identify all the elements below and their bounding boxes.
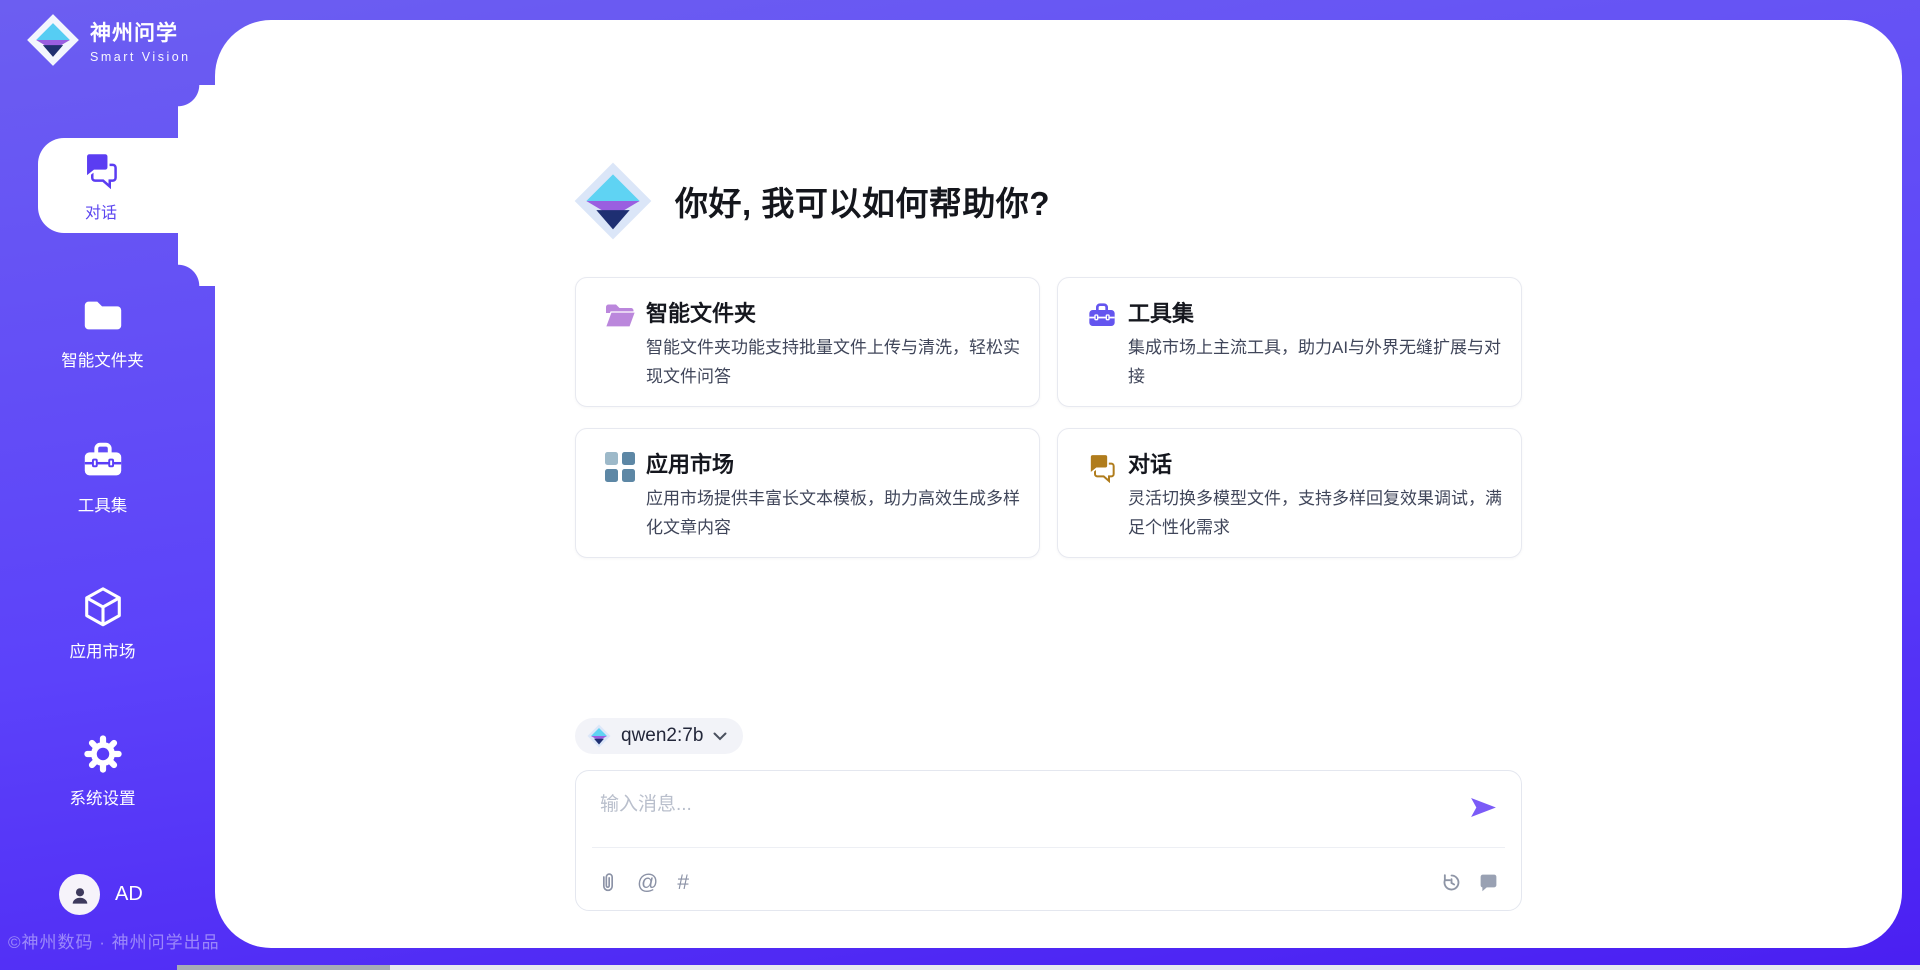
composer-tools: @ #	[598, 871, 689, 893]
card-smart-folder[interactable]: 智能文件夹 智能文件夹功能支持批量文件上传与清洗，轻松实现文件问答	[575, 277, 1040, 407]
tab-fillet-bottom	[178, 233, 216, 286]
card-description: 应用市场提供丰富长文本模板，助力高效生成多样化文章内容	[646, 484, 1026, 542]
message-composer: @ #	[575, 770, 1522, 911]
chat-bubble-icon	[1478, 872, 1499, 893]
send-icon	[1470, 797, 1497, 818]
copyright-text: ©神州数码 · 神州问学出品	[8, 928, 220, 953]
horizontal-scrollbar-thumb[interactable]	[177, 965, 390, 970]
gear-icon	[80, 731, 126, 777]
composer-right-tools	[1441, 872, 1499, 893]
message-input[interactable]	[600, 789, 1450, 841]
card-title: 应用市场	[646, 447, 734, 479]
user-profile[interactable]: AD	[59, 874, 143, 915]
greeting-title: 你好, 我可以如何帮助你?	[675, 177, 1050, 225]
folder-open-icon	[604, 300, 636, 332]
sidebar-item-toolset[interactable]: 工具集	[0, 438, 205, 516]
sidebar-item-chat[interactable]: 对话	[38, 138, 218, 233]
card-title: 对话	[1128, 447, 1172, 479]
sidebar-item-label: 系统设置	[70, 785, 136, 809]
sidebar-item-label: 智能文件夹	[61, 347, 144, 371]
paperclip-icon	[598, 871, 618, 893]
send-button[interactable]	[1470, 797, 1497, 818]
at-icon: @	[637, 872, 658, 893]
card-description: 灵活切换多模型文件，支持多样回复效果调试，满足个性化需求	[1128, 484, 1508, 542]
model-selector[interactable]: qwen2:7b	[575, 718, 743, 754]
main-panel: 你好, 我可以如何帮助你? 智能文件夹 智能文件夹功能支持批量文件上传与清洗，轻…	[215, 20, 1902, 948]
chevron-down-icon	[713, 732, 727, 741]
brand-logo-icon	[26, 13, 80, 67]
card-description: 集成市场上主流工具，助力AI与外界无缝扩展与对接	[1128, 333, 1508, 391]
hashtag-button[interactable]: #	[677, 872, 689, 893]
attachment-button[interactable]	[598, 871, 618, 893]
chat-icon	[81, 149, 121, 194]
sidebar-item-settings[interactable]: 系统设置	[0, 731, 205, 809]
history-button[interactable]	[1441, 872, 1462, 893]
folder-icon	[80, 293, 126, 339]
chat-icon	[1086, 451, 1118, 483]
hashtag-icon: #	[677, 872, 689, 893]
quick-phrases-button[interactable]	[1478, 872, 1499, 893]
tab-fillet-top	[178, 85, 216, 138]
card-title: 工具集	[1128, 296, 1194, 328]
assistant-logo-icon	[573, 161, 653, 241]
card-chat[interactable]: 对话 灵活切换多模型文件，支持多样回复效果调试，满足个性化需求	[1057, 428, 1522, 558]
composer-divider	[592, 847, 1505, 848]
sidebar-item-app-market[interactable]: 应用市场	[0, 584, 205, 662]
horizontal-scrollbar	[177, 965, 1920, 970]
avatar	[59, 874, 100, 915]
cube-icon	[80, 584, 126, 630]
app-grid-icon	[604, 451, 636, 483]
sidebar-item-label: 对话	[85, 199, 117, 223]
sidebar-item-label: 工具集	[78, 492, 128, 516]
model-name: qwen2:7b	[621, 725, 703, 747]
user-name: AD	[115, 883, 143, 906]
card-toolset[interactable]: 工具集 集成市场上主流工具，助力AI与外界无缝扩展与对接	[1057, 277, 1522, 407]
feature-cards: 智能文件夹 智能文件夹功能支持批量文件上传与清洗，轻松实现文件问答 工具集 集成…	[575, 277, 1522, 558]
toolbox-icon	[1086, 300, 1118, 332]
card-app-market[interactable]: 应用市场 应用市场提供丰富长文本模板，助力高效生成多样化文章内容	[575, 428, 1040, 558]
card-title: 智能文件夹	[646, 296, 756, 328]
sidebar-item-label: 应用市场	[70, 638, 136, 662]
greeting: 你好, 我可以如何帮助你?	[573, 161, 1050, 241]
sidebar-item-smart-folder[interactable]: 智能文件夹	[0, 293, 205, 371]
toolbox-icon	[80, 438, 126, 484]
mention-button[interactable]: @	[637, 872, 658, 893]
model-logo-icon	[587, 724, 611, 748]
brand-name: 神州问学	[90, 17, 191, 47]
brand: 神州问学 Smart Vision	[26, 13, 191, 67]
history-icon	[1441, 872, 1462, 893]
brand-tagline: Smart Vision	[90, 50, 191, 64]
card-description: 智能文件夹功能支持批量文件上传与清洗，轻松实现文件问答	[646, 333, 1026, 391]
